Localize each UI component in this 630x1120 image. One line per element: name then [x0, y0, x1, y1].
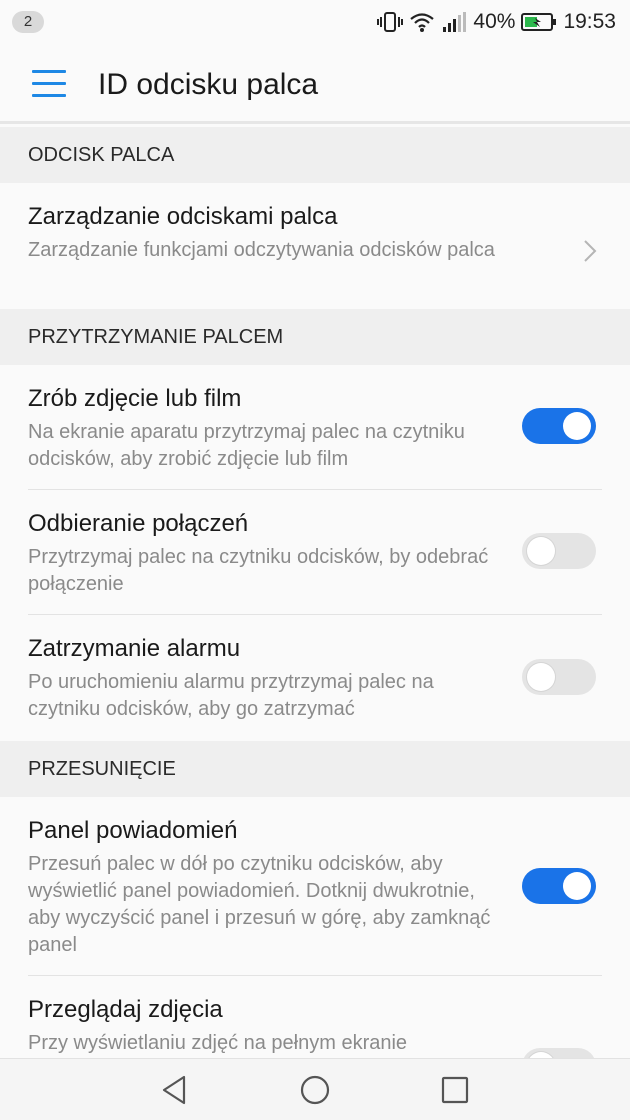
toggle-knob [527, 663, 555, 691]
navigation-bar [0, 1058, 630, 1120]
row-subtitle: Po uruchomieniu alarmu przytrzymaj palec… [28, 671, 434, 720]
row-subtitle: Przy wyświetlaniu zdjęć na pełnym ekrani… [28, 1032, 408, 1054]
section-header-fingerprint: ODCISK PALCA [0, 127, 630, 183]
hamburger-menu-icon[interactable] [32, 70, 66, 98]
row-title: Zrób zdjęcie lub film [28, 385, 242, 412]
list-item-take-photo[interactable]: Zrób zdjęcie lub film Na ekranie aparatu… [0, 365, 630, 490]
battery-percent: 40% [473, 10, 516, 33]
toggle-notification-panel[interactable] [522, 868, 596, 904]
page-title: ID odcisku palca [98, 68, 319, 101]
toggle-take-photo[interactable] [522, 408, 596, 444]
status-icons: 40% 19:53 [377, 8, 616, 36]
back-icon[interactable] [158, 1073, 192, 1107]
row-title: Zatrzymanie alarmu [28, 635, 241, 662]
toggle-stop-alarm[interactable] [522, 659, 596, 695]
fingerprint-management-item[interactable]: Zarządzanie odciskami palca Zarządzanie … [0, 183, 630, 309]
row-title: Przeglądaj zdjęcia [28, 996, 223, 1023]
list-item-answer-calls[interactable]: Odbieranie połączeń Przytrzymaj palec na… [0, 490, 630, 615]
row-subtitle: Zarządzanie funkcjami odczytywania odcis… [28, 239, 495, 261]
signal-icon [443, 12, 467, 32]
clock: 19:53 [563, 10, 616, 33]
row-title: Odbieranie połączeń [28, 510, 249, 537]
home-icon[interactable] [298, 1073, 332, 1107]
toolbar: ID odcisku palca [0, 44, 630, 124]
toggle-answer-calls[interactable] [522, 533, 596, 569]
row-title: Zarządzanie odciskami palca [28, 203, 338, 230]
toggle-browse-photos[interactable] [522, 1048, 596, 1058]
row-subtitle: Przesuń palec w dół po czytniku odcisków… [28, 853, 491, 956]
recents-icon[interactable] [438, 1073, 472, 1107]
list-item-browse-photos[interactable]: Przeglądaj zdjęcia Przy wyświetlaniu zdj… [0, 976, 630, 1058]
chevron-right-icon [584, 240, 597, 262]
wifi-icon [410, 13, 435, 32]
notification-count-badge: 2 [12, 11, 44, 33]
section-header-hold: PRZYTRZYMANIE PALCEM [0, 309, 630, 365]
list-item-stop-alarm[interactable]: Zatrzymanie alarmu Po uruchomieniu alarm… [0, 615, 630, 741]
list-item-notification-panel[interactable]: Panel powiadomień Przesuń palec w dół po… [0, 797, 630, 976]
battery-charging-icon [521, 13, 557, 31]
vibrate-icon [377, 12, 404, 32]
status-bar: 2 40% 19:53 [0, 0, 630, 44]
row-subtitle: Przytrzymaj palec na czytniku odcisków, … [28, 546, 489, 595]
row-subtitle: Na ekranie aparatu przytrzymaj palec na … [28, 421, 465, 470]
section-header-swipe: PRZESUNIĘCIE [0, 741, 630, 797]
toggle-knob [563, 412, 591, 440]
toggle-knob [563, 872, 591, 900]
row-title: Panel powiadomień [28, 817, 238, 844]
toggle-knob [527, 537, 555, 565]
